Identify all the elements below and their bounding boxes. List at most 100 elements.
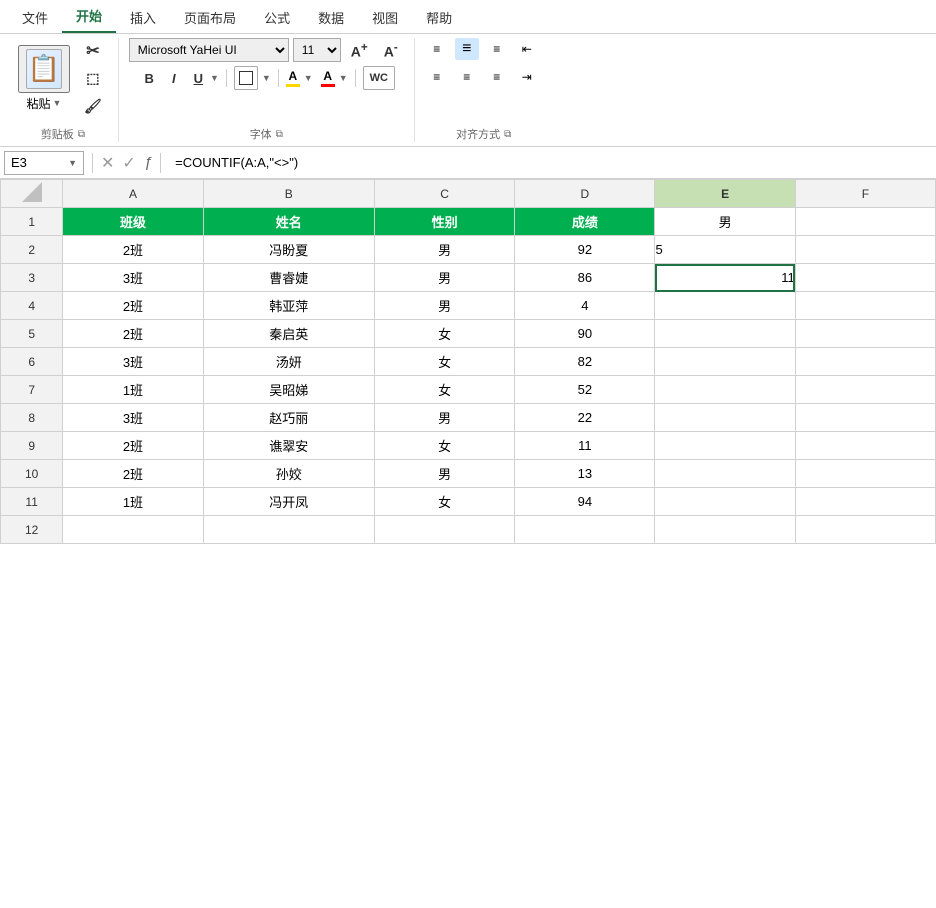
copy-button[interactable]: ⬚ bbox=[78, 66, 108, 90]
cell-C11[interactable]: 女 bbox=[374, 488, 514, 516]
cell-D1[interactable]: 成绩 bbox=[515, 208, 655, 236]
cell-A2[interactable]: 2班 bbox=[63, 236, 203, 264]
cell-F9[interactable] bbox=[795, 432, 935, 460]
underline-button[interactable]: U bbox=[187, 66, 210, 90]
bold-button[interactable]: B bbox=[138, 66, 161, 90]
cell-B9[interactable]: 谯翠安 bbox=[203, 432, 374, 460]
align-bottom-right-button[interactable]: ≡ bbox=[485, 66, 509, 88]
cell-C2[interactable]: 男 bbox=[374, 236, 514, 264]
col-header-E[interactable]: E bbox=[655, 180, 795, 208]
cell-F7[interactable] bbox=[795, 376, 935, 404]
cell-D5[interactable]: 90 bbox=[515, 320, 655, 348]
cell-F1[interactable] bbox=[795, 208, 935, 236]
cell-A8[interactable]: 3班 bbox=[63, 404, 203, 432]
col-header-F[interactable]: F bbox=[795, 180, 935, 208]
select-all-icon[interactable] bbox=[22, 182, 42, 202]
cell-reference-box[interactable]: E3 ▼ bbox=[4, 151, 84, 175]
cell-B11[interactable]: 冯开凤 bbox=[203, 488, 374, 516]
tab-view[interactable]: 视图 bbox=[358, 2, 412, 33]
row-header-12[interactable]: 12 bbox=[1, 516, 63, 544]
cell-F10[interactable] bbox=[795, 460, 935, 488]
border-button[interactable] bbox=[234, 66, 258, 90]
cell-A10[interactable]: 2班 bbox=[63, 460, 203, 488]
cell-A7[interactable]: 1班 bbox=[63, 376, 203, 404]
highlight-dropdown-icon[interactable]: ▼ bbox=[304, 73, 313, 83]
cell-C3[interactable]: 男 bbox=[374, 264, 514, 292]
cell-C5[interactable]: 女 bbox=[374, 320, 514, 348]
confirm-formula-icon[interactable]: ✓ bbox=[122, 153, 135, 173]
cell-A11[interactable]: 1班 bbox=[63, 488, 203, 516]
cell-A5[interactable]: 2班 bbox=[63, 320, 203, 348]
formula-input[interactable] bbox=[169, 151, 932, 175]
row-header-2[interactable]: 2 bbox=[1, 236, 63, 264]
cell-E12[interactable] bbox=[655, 516, 795, 544]
row-header-10[interactable]: 10 bbox=[1, 460, 63, 488]
col-header-C[interactable]: C bbox=[374, 180, 514, 208]
cut-button[interactable]: ✂ bbox=[78, 38, 108, 62]
col-header-D[interactable]: D bbox=[515, 180, 655, 208]
cell-B10[interactable]: 孙姣 bbox=[203, 460, 374, 488]
cell-B3[interactable]: 曹睿婕 bbox=[203, 264, 374, 292]
paste-dropdown-icon[interactable]: ▼ bbox=[53, 98, 62, 108]
font-color-dropdown-icon[interactable]: ▼ bbox=[339, 73, 348, 83]
row-header-9[interactable]: 9 bbox=[1, 432, 63, 460]
row-header-11[interactable]: 11 bbox=[1, 488, 63, 516]
row-header-5[interactable]: 5 bbox=[1, 320, 63, 348]
cell-B4[interactable]: 韩亚萍 bbox=[203, 292, 374, 320]
cell-C9[interactable]: 女 bbox=[374, 432, 514, 460]
cell-D7[interactable]: 52 bbox=[515, 376, 655, 404]
alignment-expand-icon[interactable]: ⧉ bbox=[504, 129, 511, 140]
cell-C12[interactable] bbox=[374, 516, 514, 544]
cell-E7[interactable] bbox=[655, 376, 795, 404]
cell-A1[interactable]: 班级 bbox=[63, 208, 203, 236]
cell-F2[interactable] bbox=[795, 236, 935, 264]
cell-E5[interactable] bbox=[655, 320, 795, 348]
insert-function-icon[interactable]: ƒ bbox=[144, 154, 152, 171]
cell-B5[interactable]: 秦启英 bbox=[203, 320, 374, 348]
cell-D4[interactable]: 4 bbox=[515, 292, 655, 320]
cell-B7[interactable]: 吴昭娣 bbox=[203, 376, 374, 404]
indent-increase-button[interactable]: ⇥ bbox=[515, 66, 539, 88]
cell-E9[interactable] bbox=[655, 432, 795, 460]
cell-A3[interactable]: 3班 bbox=[63, 264, 203, 292]
cell-E11[interactable] bbox=[655, 488, 795, 516]
cell-F4[interactable] bbox=[795, 292, 935, 320]
cell-E3[interactable]: 11 bbox=[655, 264, 795, 292]
row-header-6[interactable]: 6 bbox=[1, 348, 63, 376]
tab-file[interactable]: 文件 bbox=[8, 2, 62, 33]
cell-B12[interactable] bbox=[203, 516, 374, 544]
cell-E10[interactable] bbox=[655, 460, 795, 488]
clipboard-expand-icon[interactable]: ⧉ bbox=[78, 129, 85, 140]
cell-F5[interactable] bbox=[795, 320, 935, 348]
tab-data[interactable]: 数据 bbox=[304, 2, 358, 33]
tab-page-layout[interactable]: 页面布局 bbox=[170, 2, 250, 33]
cell-D10[interactable]: 13 bbox=[515, 460, 655, 488]
cell-F12[interactable] bbox=[795, 516, 935, 544]
cell-C4[interactable]: 男 bbox=[374, 292, 514, 320]
align-right-button[interactable]: ≡ bbox=[485, 38, 509, 60]
cell-D12[interactable] bbox=[515, 516, 655, 544]
cell-C10[interactable]: 男 bbox=[374, 460, 514, 488]
format-painter-button[interactable]: 🖌 bbox=[78, 94, 108, 118]
highlight-color-button[interactable]: A bbox=[286, 69, 300, 87]
italic-button[interactable]: I bbox=[165, 66, 183, 90]
cell-E2[interactable]: 5 bbox=[655, 236, 795, 264]
cell-F6[interactable] bbox=[795, 348, 935, 376]
tab-home[interactable]: 开始 bbox=[62, 0, 116, 33]
row-header-7[interactable]: 7 bbox=[1, 376, 63, 404]
increase-font-button[interactable]: A+ bbox=[345, 38, 374, 62]
font-family-select[interactable]: Microsoft YaHei UI bbox=[129, 38, 289, 62]
font-size-select[interactable]: 11 bbox=[293, 38, 341, 62]
border-dropdown-icon[interactable]: ▼ bbox=[262, 73, 271, 83]
cell-ref-dropdown-icon[interactable]: ▼ bbox=[68, 158, 77, 168]
cell-A6[interactable]: 3班 bbox=[63, 348, 203, 376]
row-header-4[interactable]: 4 bbox=[1, 292, 63, 320]
cell-E4[interactable] bbox=[655, 292, 795, 320]
cancel-formula-icon[interactable]: ✕ bbox=[101, 153, 114, 173]
cell-F11[interactable] bbox=[795, 488, 935, 516]
cell-E1[interactable]: 男 bbox=[655, 208, 795, 236]
cell-D8[interactable]: 22 bbox=[515, 404, 655, 432]
cell-C7[interactable]: 女 bbox=[374, 376, 514, 404]
align-bottom-center-button[interactable]: ≡ bbox=[455, 66, 479, 88]
align-top-left-button[interactable]: ≡ bbox=[425, 38, 449, 60]
